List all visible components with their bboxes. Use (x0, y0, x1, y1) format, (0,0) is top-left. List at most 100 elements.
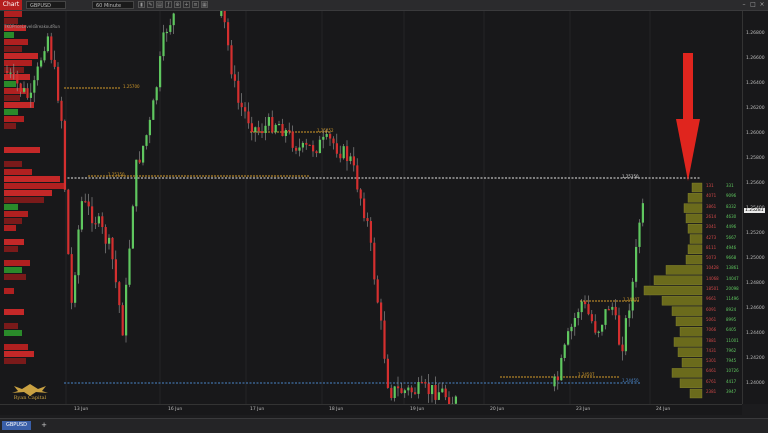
candle-bull (9, 73, 11, 74)
volume-profile-bar (686, 255, 702, 264)
candle-bear (101, 216, 103, 227)
timeframe-selector[interactable]: 60 Minute (92, 1, 134, 9)
candle-bear (230, 45, 232, 74)
level-label-blue: 1.24450 (622, 378, 639, 383)
volume-bar-left (4, 81, 16, 87)
template-icon[interactable]: ▦ (201, 1, 208, 8)
price-tick-label: 1.24400 (746, 331, 765, 336)
price-tick-label: 1.25200 (746, 231, 765, 236)
candle-bull (560, 358, 562, 380)
ryan-capital-logo: Ryan Capital (8, 381, 52, 403)
volume-bar-left (4, 39, 28, 45)
volume-profile-bar (662, 296, 702, 305)
volume-profile-bar (688, 224, 702, 233)
candle-bull (162, 32, 164, 56)
indicator-icon[interactable]: ƒ (165, 1, 172, 8)
properties-icon[interactable]: ≡ (192, 1, 199, 8)
candle-bear (353, 156, 355, 165)
zoom-icon[interactable]: ⊕ (174, 1, 181, 8)
instrument-selector[interactable]: GBPUSD (26, 1, 66, 9)
title-bar: Chart GBPUSD 60 Minute ▮ ✎ ▤ ƒ ⊕ + ≡ ▦ –… (0, 0, 768, 11)
strategy-icon[interactable]: ▤ (156, 1, 163, 8)
candle-bear (615, 307, 617, 315)
volume-sell-value: 6761 (706, 379, 716, 384)
price-tick-label: 1.25600 (746, 181, 765, 186)
volume-sell-value: 4273 (706, 235, 716, 240)
volume-bar-left (4, 246, 18, 252)
chart-style-icon[interactable]: ▮ (138, 1, 145, 8)
volume-bar-left (4, 190, 52, 196)
candle-bear (247, 111, 249, 123)
candle-bull (74, 275, 76, 303)
volume-profile-bar (682, 358, 702, 367)
volume-bar-left (4, 211, 28, 217)
candle-bull (275, 125, 277, 132)
chart-canvas[interactable]: TKOPriceLevelsBreakoutRun 1.25700 1.2545… (0, 11, 742, 404)
volume-bar-left (4, 46, 22, 52)
add-tab-button[interactable]: + (40, 421, 48, 430)
candle-bear (57, 67, 59, 101)
candle-bull (343, 146, 345, 158)
candle-bull (438, 392, 440, 400)
candle-bull (635, 247, 637, 282)
candle-bull (33, 80, 35, 92)
maximize-icon[interactable]: □ (749, 1, 757, 9)
volume-buy-value: 9096 (726, 193, 736, 198)
tab-gbpusd[interactable]: GBPUSD (2, 421, 31, 430)
chart-tab[interactable]: Chart (0, 0, 22, 10)
candle-bull (43, 51, 45, 60)
volume-buy-value: 4417 (726, 379, 736, 384)
time-tick-label: 19 Jun (410, 407, 424, 412)
volume-buy-value: 9668 (726, 255, 736, 260)
minimize-icon[interactable]: – (740, 1, 748, 9)
candle-bear (67, 190, 69, 254)
volume-bar-left (4, 176, 60, 182)
volume-bar-left (4, 183, 66, 189)
volume-sell-value: 7881 (706, 338, 716, 343)
candle-bear (587, 304, 589, 314)
price-axis[interactable]: 1.25281 1.268001.266001.264001.262001.26… (742, 11, 768, 404)
volume-bar-left (4, 102, 34, 108)
price-tick-label: 1.24800 (746, 281, 765, 286)
candle-bear (91, 206, 93, 223)
volume-buy-value: 7945 (726, 358, 736, 363)
volume-bar-left (4, 169, 32, 175)
price-tick-label: 1.25800 (746, 156, 765, 161)
volume-sell-value: 9661 (706, 296, 716, 301)
candle-bear (363, 199, 365, 219)
time-tick-label: 23 Jun (576, 407, 590, 412)
candle-bull (156, 87, 158, 100)
price-tick-label: 1.26800 (746, 31, 765, 36)
volume-bar-left (4, 225, 16, 231)
candle-bull (128, 249, 130, 285)
candle-bear (397, 386, 399, 388)
volume-sell-value: 14068 (706, 276, 719, 281)
volume-sell-value: 5061 (706, 317, 716, 322)
volume-bar-left (4, 53, 38, 59)
volume-bar-left (4, 323, 18, 329)
time-tick-label: 13 Jun (74, 407, 88, 412)
candle-bear (312, 145, 314, 151)
volume-sell-value: 10428 (706, 265, 719, 270)
volume-profile-bar (680, 327, 702, 336)
draw-tool-icon[interactable]: ✎ (147, 1, 154, 8)
candle-bull (431, 385, 433, 394)
close-icon[interactable]: × (758, 1, 766, 9)
candle-bear (315, 151, 317, 153)
volume-profile-bar (680, 379, 702, 388)
crosshair-icon[interactable]: + (183, 1, 190, 8)
candle-bear (428, 384, 430, 394)
candle-bear (373, 243, 375, 280)
price-tick-label: 1.24000 (746, 381, 765, 386)
volume-profile-bar (666, 265, 702, 274)
volume-buy-value: 7962 (726, 348, 736, 353)
time-axis[interactable]: 13 Jun16 Jun17 Jun18 Jun19 Jun20 Jun23 J… (0, 404, 742, 415)
candle-bear (84, 201, 86, 202)
volume-sell-value: 131 (706, 183, 714, 188)
candle-bull (404, 390, 406, 393)
volume-profile-bar (690, 389, 702, 398)
price-tick-label: 1.25000 (746, 256, 765, 261)
candle-bear (237, 81, 239, 103)
logo-text: Ryan Capital (8, 395, 52, 401)
time-tick-label: 17 Jun (250, 407, 264, 412)
